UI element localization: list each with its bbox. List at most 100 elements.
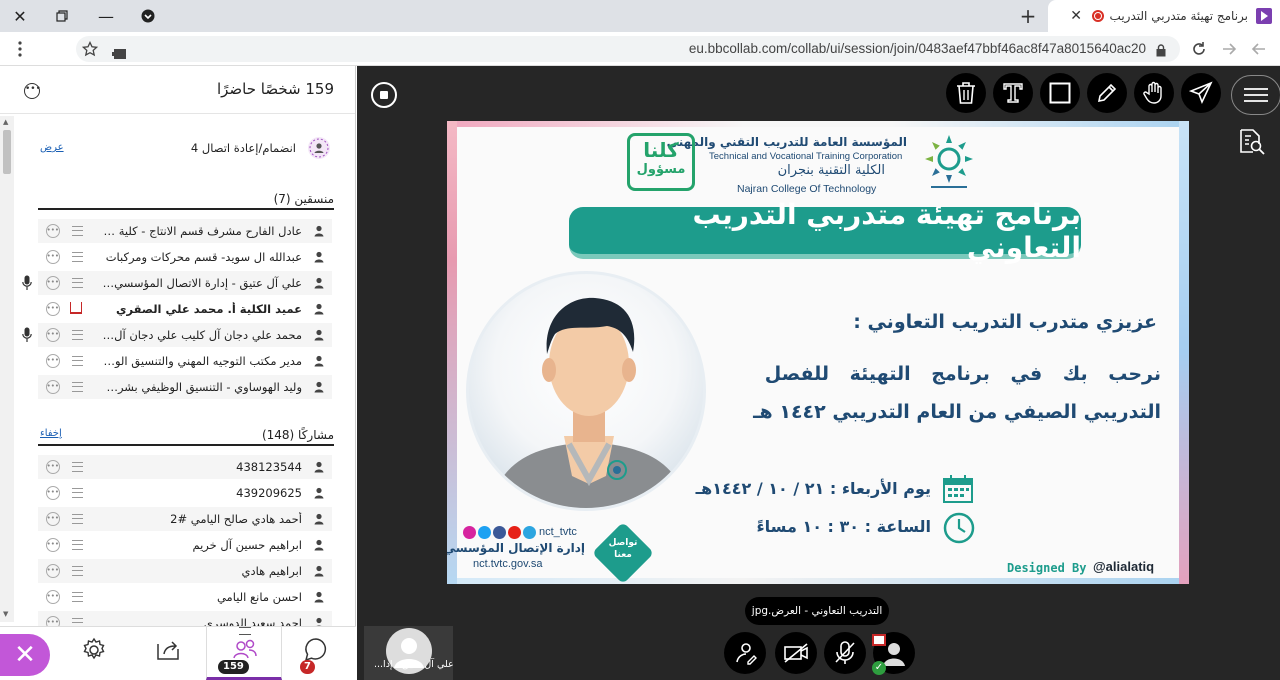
kulna-masool-logo: كلنا مسؤول — [627, 133, 695, 191]
list-item[interactable]: علي آل عتيق - إدارة الاتصال المؤسسي #5 ••… — [22, 271, 332, 295]
details-icon[interactable] — [72, 330, 83, 340]
cast-icon[interactable] — [112, 44, 126, 63]
list-item[interactable]: وليد الهوساوي - التنسيق الوظيفي بشرورة ••… — [38, 375, 332, 399]
share-content-icon[interactable] — [154, 636, 182, 664]
user-options-icon[interactable]: ••• — [46, 590, 60, 604]
stop-share-button[interactable] — [371, 82, 397, 108]
list-item[interactable]: محمد علي دجان آل كليب علي دجان آل كليب ا… — [22, 323, 332, 347]
user-name: عادل الفارح مشرف قسم الانتاج - كلية نجرا… — [102, 224, 302, 238]
status-settings-icon[interactable] — [724, 632, 766, 674]
user-options-icon[interactable]: ••• — [46, 250, 60, 264]
user-options-icon[interactable]: ••• — [46, 224, 60, 238]
pen-tool-icon[interactable] — [1087, 73, 1127, 113]
text-tool-icon[interactable] — [993, 73, 1033, 113]
browser-menu-icon[interactable] — [14, 40, 26, 58]
collab-favicon-icon — [1256, 8, 1272, 24]
close-panel-button[interactable]: ✕ — [0, 634, 50, 676]
clock-icon — [943, 512, 975, 548]
panel-scrollbar[interactable]: ▲ ▼ — [0, 116, 14, 622]
list-item[interactable]: 439209625 ••• — [38, 481, 332, 505]
details-icon[interactable] — [72, 488, 83, 498]
user-options-icon[interactable]: ••• — [46, 328, 60, 342]
bookmark-star-icon[interactable] — [81, 40, 99, 61]
details-icon[interactable] — [72, 278, 83, 288]
join-reconnect-label: انضمام/إعادة اتصال 4 — [190, 141, 296, 155]
address-bar: eu.bbcollab.com/collab/ui/session/join/0… — [0, 32, 1280, 66]
forward-icon[interactable] — [1220, 40, 1238, 62]
list-item[interactable]: أحمد هادي صالح اليامي #2 ••• — [38, 507, 332, 531]
details-icon[interactable] — [72, 252, 83, 262]
user-options-icon[interactable]: ••• — [46, 302, 60, 316]
more-options-icon[interactable]: ••• — [24, 83, 41, 99]
hide-link[interactable]: إخفاء — [40, 428, 62, 439]
department-text: إدارة الإتصال المؤسسي — [447, 541, 585, 555]
details-icon[interactable] — [72, 356, 83, 366]
list-item[interactable]: ابراهيم حسين آل خريم ••• — [38, 533, 332, 557]
list-item[interactable]: 438123544 ••• — [38, 455, 332, 479]
pointer-tool-icon[interactable] — [1181, 73, 1221, 113]
restore-window-icon[interactable] — [46, 4, 78, 28]
scroll-up-icon[interactable]: ▲ — [3, 118, 8, 126]
shape-tool-icon[interactable] — [1040, 73, 1080, 113]
join-reconnect-row[interactable]: انضمام/إعادة اتصال 4 عرض — [38, 136, 332, 162]
user-options-icon[interactable]: ••• — [46, 538, 60, 552]
view-link[interactable]: عرض — [40, 142, 64, 153]
user-icon — [312, 224, 326, 238]
list-item[interactable]: احسن مانع اليامي ••• — [38, 585, 332, 609]
connected-check-icon: ✓ — [872, 661, 886, 675]
tab-search-icon[interactable] — [132, 4, 164, 28]
microphone-off-icon[interactable] — [824, 632, 866, 674]
list-item[interactable]: عادل الفارح مشرف قسم الانتاج - كلية نجرا… — [38, 219, 332, 243]
user-name: ابراهيم حسين آل خريم — [192, 538, 302, 552]
omnibox[interactable]: eu.bbcollab.com/collab/ui/session/join/0… — [76, 36, 1180, 62]
details-icon[interactable] — [72, 226, 83, 236]
attendees-tab[interactable]: 159 — [206, 626, 282, 680]
user-icon — [312, 380, 326, 394]
pan-hand-icon[interactable] — [1134, 73, 1174, 113]
camera-off-icon[interactable] — [775, 632, 817, 674]
details-icon[interactable] — [72, 462, 83, 472]
lock-icon[interactable] — [1156, 42, 1166, 61]
scroll-thumb[interactable] — [3, 130, 11, 174]
minimize-window-icon[interactable]: — — [90, 4, 122, 28]
user-name: مدير مكتب التوجيه المهني والتنسيق الوظيف… — [102, 354, 302, 368]
user-options-icon[interactable]: ••• — [46, 354, 60, 368]
list-item[interactable]: عميد الكلية أ. محمد علي الصقري ••• — [38, 297, 332, 321]
participants-header: مشاركًا (148) إخفاء — [38, 426, 334, 446]
user-options-icon[interactable]: ••• — [46, 564, 60, 578]
tvtc-star-logo-icon — [921, 131, 977, 193]
url-text[interactable]: eu.bbcollab.com/collab/ui/session/join/0… — [689, 41, 1146, 56]
coordinators-title: منسقين (7) — [273, 192, 334, 206]
list-item[interactable]: ابراهيم هادي ••• — [38, 559, 332, 583]
active-speaker-tile[interactable]: علي آل عتيق - إدا... — [364, 626, 454, 680]
close-window-icon[interactable]: ✕ — [4, 4, 36, 28]
tab-close-icon[interactable]: ✕ — [1070, 8, 1082, 24]
user-name: عميد الكلية أ. محمد علي الصقري — [115, 302, 302, 316]
man-avatar-icon — [490, 297, 688, 508]
session-menu-button[interactable] — [1231, 75, 1280, 115]
user-name: ابراهيم هادي — [241, 564, 302, 578]
logo-top-text: كلنا — [643, 138, 679, 162]
user-icon — [312, 564, 326, 578]
greeting-text: عزيزي متدرب التدريب التعاوني : — [853, 311, 1157, 333]
user-options-icon[interactable]: ••• — [46, 486, 60, 500]
user-options-icon[interactable]: ••• — [46, 380, 60, 394]
details-icon[interactable] — [72, 514, 83, 524]
user-options-icon[interactable]: ••• — [46, 460, 60, 474]
zoom-document-icon[interactable] — [1235, 126, 1267, 158]
user-options-icon[interactable]: ••• — [46, 512, 60, 526]
settings-icon[interactable] — [80, 636, 108, 664]
details-icon[interactable] — [72, 382, 83, 392]
browser-tab[interactable]: برنامج تهيئة متدربي التدريب الـ ✕ — [1048, 0, 1280, 32]
back-icon[interactable] — [1250, 40, 1268, 62]
list-item[interactable]: مدير مكتب التوجيه المهني والتنسيق الوظيف… — [38, 349, 332, 373]
new-tab-button[interactable]: + — [1016, 4, 1040, 28]
scroll-down-icon[interactable]: ▼ — [3, 610, 8, 618]
list-item[interactable]: عبدالله ال سويد- قسم محركات ومركبات ••• — [38, 245, 332, 269]
delete-icon[interactable] — [946, 73, 986, 113]
details-icon[interactable] — [72, 592, 83, 602]
details-icon[interactable] — [72, 566, 83, 576]
details-icon[interactable] — [72, 540, 83, 550]
reload-icon[interactable] — [1190, 40, 1208, 62]
user-options-icon[interactable]: ••• — [46, 276, 60, 290]
